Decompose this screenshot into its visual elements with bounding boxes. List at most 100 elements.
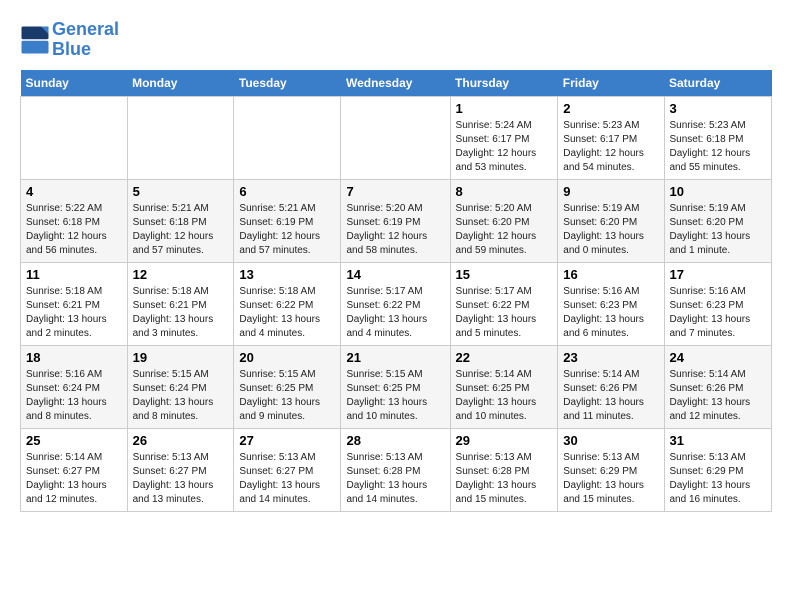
day-number: 1 <box>456 101 553 116</box>
day-info: Sunrise: 5:13 AM Sunset: 6:27 PM Dayligh… <box>239 451 335 507</box>
day-info: Sunrise: 5:19 AM Sunset: 6:20 PM Dayligh… <box>563 202 658 258</box>
calendar-cell: 3 Sunrise: 5:23 AM Sunset: 6:18 PM Daylig… <box>664 96 772 179</box>
logo: General Blue <box>20 20 119 60</box>
day-header-friday: Friday <box>558 70 664 97</box>
day-info: Sunrise: 5:14 AM Sunset: 6:26 PM Dayligh… <box>563 368 658 424</box>
day-info: Sunrise: 5:21 AM Sunset: 6:19 PM Dayligh… <box>239 202 335 258</box>
calendar-cell: 7Sunrise: 5:20 AM Sunset: 6:19 PM Daylig… <box>341 179 450 262</box>
calendar-cell: 4Sunrise: 5:22 AM Sunset: 6:18 PM Daylig… <box>21 179 128 262</box>
day-number: 8 <box>456 184 553 199</box>
day-info: Sunrise: 5:15 AM Sunset: 6:25 PM Dayligh… <box>346 368 444 424</box>
day-number: 31 <box>670 433 767 448</box>
calendar-cell: 18 Sunrise: 5:16 AM Sunset: 6:24 PM Dayli… <box>21 345 128 428</box>
calendar-cell: 10Sunrise: 5:19 AM Sunset: 6:20 PM Dayli… <box>664 179 772 262</box>
day-number: 19 <box>133 350 229 365</box>
day-number: 21 <box>346 350 444 365</box>
day-info: Sunrise: 5:19 AM Sunset: 6:20 PM Dayligh… <box>670 202 767 258</box>
calendar-cell: 1 Sunrise: 5:24 AM Sunset: 6:17 PM Daylig… <box>450 96 558 179</box>
day-number: 23 <box>563 350 658 365</box>
calendar-cell: 20 Sunrise: 5:15 AM Sunset: 6:25 PM Dayli… <box>234 345 341 428</box>
day-info: Sunrise: 5:16 AM Sunset: 6:23 PM Dayligh… <box>670 285 767 341</box>
day-number: 12 <box>133 267 229 282</box>
day-number: 4 <box>26 184 122 199</box>
calendar-cell: 23 Sunrise: 5:14 AM Sunset: 6:26 PM Dayli… <box>558 345 664 428</box>
day-number: 14 <box>346 267 444 282</box>
calendar-cell: 14 Sunrise: 5:17 AM Sunset: 6:22 PM Dayli… <box>341 262 450 345</box>
day-info: Sunrise: 5:18 AM Sunset: 6:22 PM Dayligh… <box>239 285 335 341</box>
day-number: 20 <box>239 350 335 365</box>
day-info: Sunrise: 5:17 AM Sunset: 6:22 PM Dayligh… <box>346 285 444 341</box>
day-header-sunday: Sunday <box>21 70 128 97</box>
day-number: 13 <box>239 267 335 282</box>
day-info: Sunrise: 5:18 AM Sunset: 6:21 PM Dayligh… <box>26 285 122 341</box>
day-number: 18 <box>26 350 122 365</box>
calendar-cell: 12Sunrise: 5:18 AM Sunset: 6:21 PM Dayli… <box>127 262 234 345</box>
day-info: Sunrise: 5:15 AM Sunset: 6:24 PM Dayligh… <box>133 368 229 424</box>
calendar-cell: 15 Sunrise: 5:17 AM Sunset: 6:22 PM Dayli… <box>450 262 558 345</box>
day-number: 28 <box>346 433 444 448</box>
day-number: 22 <box>456 350 553 365</box>
calendar-cell: 5Sunrise: 5:21 AM Sunset: 6:18 PM Daylig… <box>127 179 234 262</box>
calendar-cell: 2 Sunrise: 5:23 AM Sunset: 6:17 PM Daylig… <box>558 96 664 179</box>
page-header: General Blue <box>20 20 772 60</box>
day-info: Sunrise: 5:14 AM Sunset: 6:26 PM Dayligh… <box>670 368 767 424</box>
day-info: Sunrise: 5:20 AM Sunset: 6:19 PM Dayligh… <box>346 202 444 258</box>
day-info: Sunrise: 5:16 AM Sunset: 6:24 PM Dayligh… <box>26 368 122 424</box>
day-number: 30 <box>563 433 658 448</box>
day-number: 3 <box>670 101 767 116</box>
day-info: Sunrise: 5:24 AM Sunset: 6:17 PM Dayligh… <box>456 119 553 175</box>
day-header-monday: Monday <box>127 70 234 97</box>
day-info: Sunrise: 5:17 AM Sunset: 6:22 PM Dayligh… <box>456 285 553 341</box>
day-number: 27 <box>239 433 335 448</box>
calendar-cell: 25 Sunrise: 5:14 AM Sunset: 6:27 PM Dayli… <box>21 428 128 511</box>
calendar-cell: 8Sunrise: 5:20 AM Sunset: 6:20 PM Daylig… <box>450 179 558 262</box>
calendar-cell: 16Sunrise: 5:16 AM Sunset: 6:23 PM Dayli… <box>558 262 664 345</box>
calendar-cell: 19 Sunrise: 5:15 AM Sunset: 6:24 PM Dayli… <box>127 345 234 428</box>
calendar-cell <box>234 96 341 179</box>
calendar-week-row: 11 Sunrise: 5:18 AM Sunset: 6:21 PM Dayli… <box>21 262 772 345</box>
calendar-cell: 27 Sunrise: 5:13 AM Sunset: 6:27 PM Dayli… <box>234 428 341 511</box>
day-info: Sunrise: 5:13 AM Sunset: 6:27 PM Dayligh… <box>133 451 229 507</box>
day-info: Sunrise: 5:13 AM Sunset: 6:28 PM Dayligh… <box>346 451 444 507</box>
day-number: 24 <box>670 350 767 365</box>
day-number: 15 <box>456 267 553 282</box>
day-info: Sunrise: 5:14 AM Sunset: 6:27 PM Dayligh… <box>26 451 122 507</box>
calendar-cell: 26 Sunrise: 5:13 AM Sunset: 6:27 PM Dayli… <box>127 428 234 511</box>
calendar-cell <box>127 96 234 179</box>
day-header-tuesday: Tuesday <box>234 70 341 97</box>
calendar-cell: 30 Sunrise: 5:13 AM Sunset: 6:29 PM Dayli… <box>558 428 664 511</box>
calendar-body: 1 Sunrise: 5:24 AM Sunset: 6:17 PM Daylig… <box>21 96 772 511</box>
calendar-cell: 21 Sunrise: 5:15 AM Sunset: 6:25 PM Dayli… <box>341 345 450 428</box>
day-number: 26 <box>133 433 229 448</box>
day-header-thursday: Thursday <box>450 70 558 97</box>
calendar-cell: 6 Sunrise: 5:21 AM Sunset: 6:19 PM Daylig… <box>234 179 341 262</box>
calendar-week-row: 4Sunrise: 5:22 AM Sunset: 6:18 PM Daylig… <box>21 179 772 262</box>
calendar-week-row: 18 Sunrise: 5:16 AM Sunset: 6:24 PM Dayli… <box>21 345 772 428</box>
calendar-cell: 13 Sunrise: 5:18 AM Sunset: 6:22 PM Dayli… <box>234 262 341 345</box>
day-info: Sunrise: 5:13 AM Sunset: 6:29 PM Dayligh… <box>563 451 658 507</box>
calendar-cell <box>341 96 450 179</box>
day-header-saturday: Saturday <box>664 70 772 97</box>
day-number: 17 <box>670 267 767 282</box>
calendar-cell <box>21 96 128 179</box>
calendar-week-row: 1 Sunrise: 5:24 AM Sunset: 6:17 PM Daylig… <box>21 96 772 179</box>
day-number: 6 <box>239 184 335 199</box>
day-info: Sunrise: 5:13 AM Sunset: 6:29 PM Dayligh… <box>670 451 767 507</box>
day-number: 2 <box>563 101 658 116</box>
calendar-cell: 22Sunrise: 5:14 AM Sunset: 6:25 PM Dayli… <box>450 345 558 428</box>
day-info: Sunrise: 5:15 AM Sunset: 6:25 PM Dayligh… <box>239 368 335 424</box>
calendar-header-row: SundayMondayTuesdayWednesdayThursdayFrid… <box>21 70 772 97</box>
calendar-cell: 24 Sunrise: 5:14 AM Sunset: 6:26 PM Dayli… <box>664 345 772 428</box>
calendar-week-row: 25 Sunrise: 5:14 AM Sunset: 6:27 PM Dayli… <box>21 428 772 511</box>
calendar-cell: 11 Sunrise: 5:18 AM Sunset: 6:21 PM Dayli… <box>21 262 128 345</box>
day-number: 11 <box>26 267 122 282</box>
day-info: Sunrise: 5:23 AM Sunset: 6:18 PM Dayligh… <box>670 119 767 175</box>
calendar-cell: 17 Sunrise: 5:16 AM Sunset: 6:23 PM Dayli… <box>664 262 772 345</box>
calendar-cell: 9Sunrise: 5:19 AM Sunset: 6:20 PM Daylig… <box>558 179 664 262</box>
day-info: Sunrise: 5:23 AM Sunset: 6:17 PM Dayligh… <box>563 119 658 175</box>
day-info: Sunrise: 5:13 AM Sunset: 6:28 PM Dayligh… <box>456 451 553 507</box>
calendar-cell: 31 Sunrise: 5:13 AM Sunset: 6:29 PM Dayli… <box>664 428 772 511</box>
day-header-wednesday: Wednesday <box>341 70 450 97</box>
day-number: 25 <box>26 433 122 448</box>
day-info: Sunrise: 5:21 AM Sunset: 6:18 PM Dayligh… <box>133 202 229 258</box>
